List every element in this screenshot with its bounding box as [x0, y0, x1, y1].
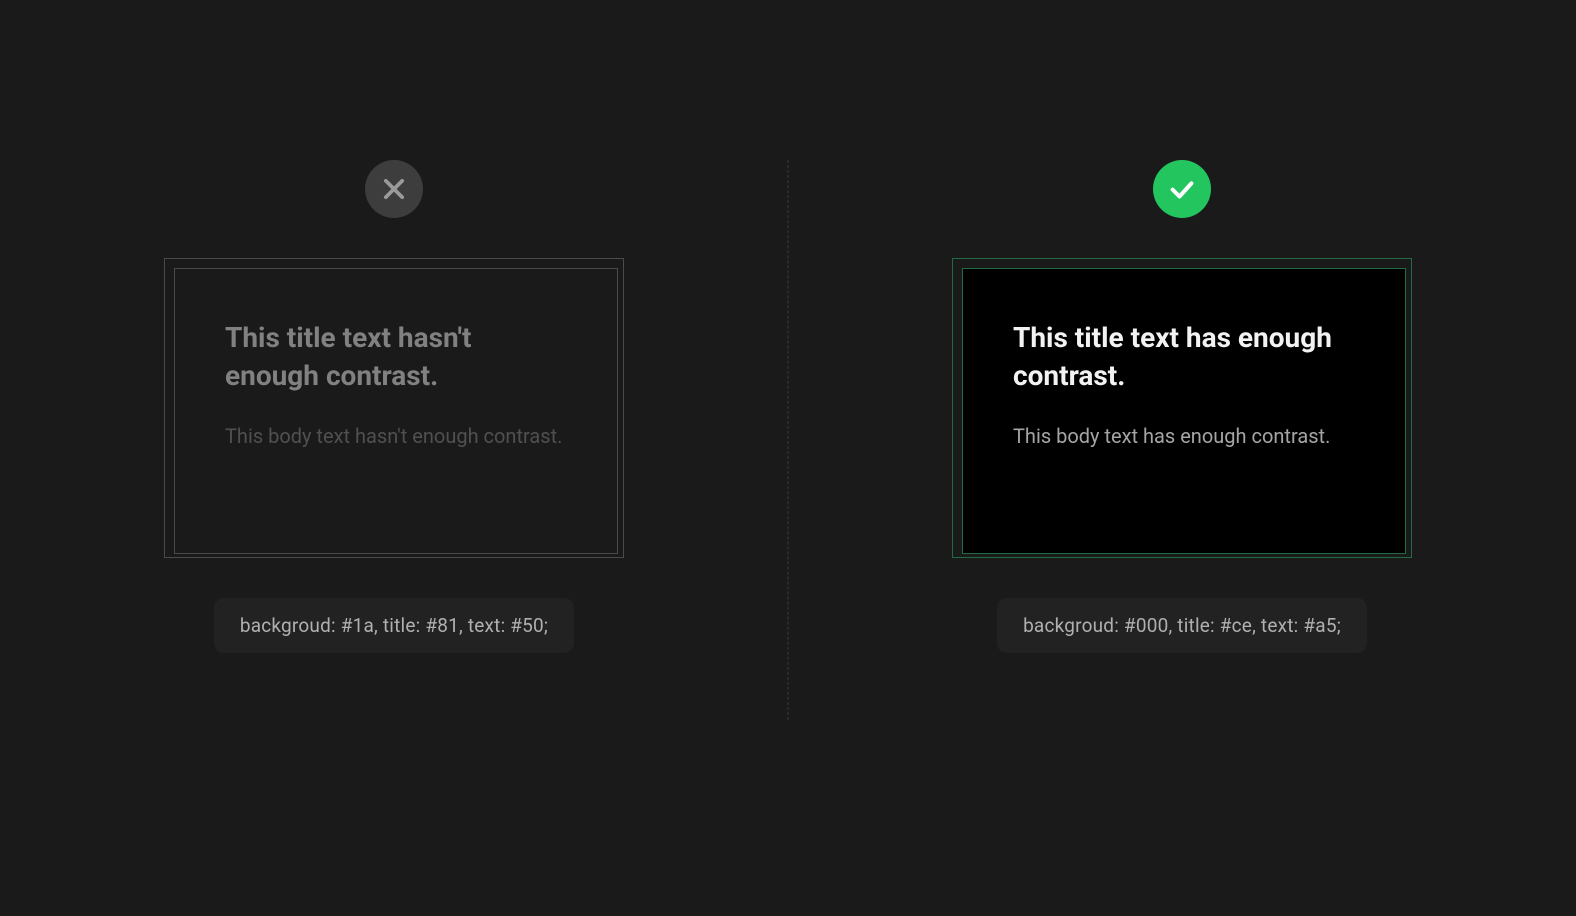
- bad-card-frame: This title text hasn't enough contrast. …: [164, 258, 624, 558]
- bad-card-body: This body text hasn't enough contrast.: [225, 421, 567, 452]
- bad-example-column: This title text hasn't enough contrast. …: [0, 160, 788, 653]
- comparison-stage: This title text hasn't enough contrast. …: [0, 0, 1576, 916]
- check-icon: [1167, 174, 1197, 204]
- good-code-pill: backgroud: #000, title: #ce, text: #a5;: [997, 598, 1367, 653]
- fail-badge: [365, 160, 423, 218]
- good-card-body: This body text has enough contrast.: [1013, 421, 1355, 452]
- good-card-title: This title text has enough contrast.: [1013, 319, 1355, 395]
- good-card: This title text has enough contrast. Thi…: [962, 268, 1406, 554]
- bad-code-pill: backgroud: #1a, title: #81, text: #50;: [214, 598, 574, 653]
- success-badge: [1153, 160, 1211, 218]
- good-example-column: This title text has enough contrast. Thi…: [788, 160, 1576, 653]
- x-icon: [380, 175, 408, 203]
- bad-card: This title text hasn't enough contrast. …: [174, 268, 618, 554]
- good-card-frame: This title text has enough contrast. Thi…: [952, 258, 1412, 558]
- bad-card-title: This title text hasn't enough contrast.: [225, 319, 567, 395]
- vertical-divider: [788, 160, 789, 720]
